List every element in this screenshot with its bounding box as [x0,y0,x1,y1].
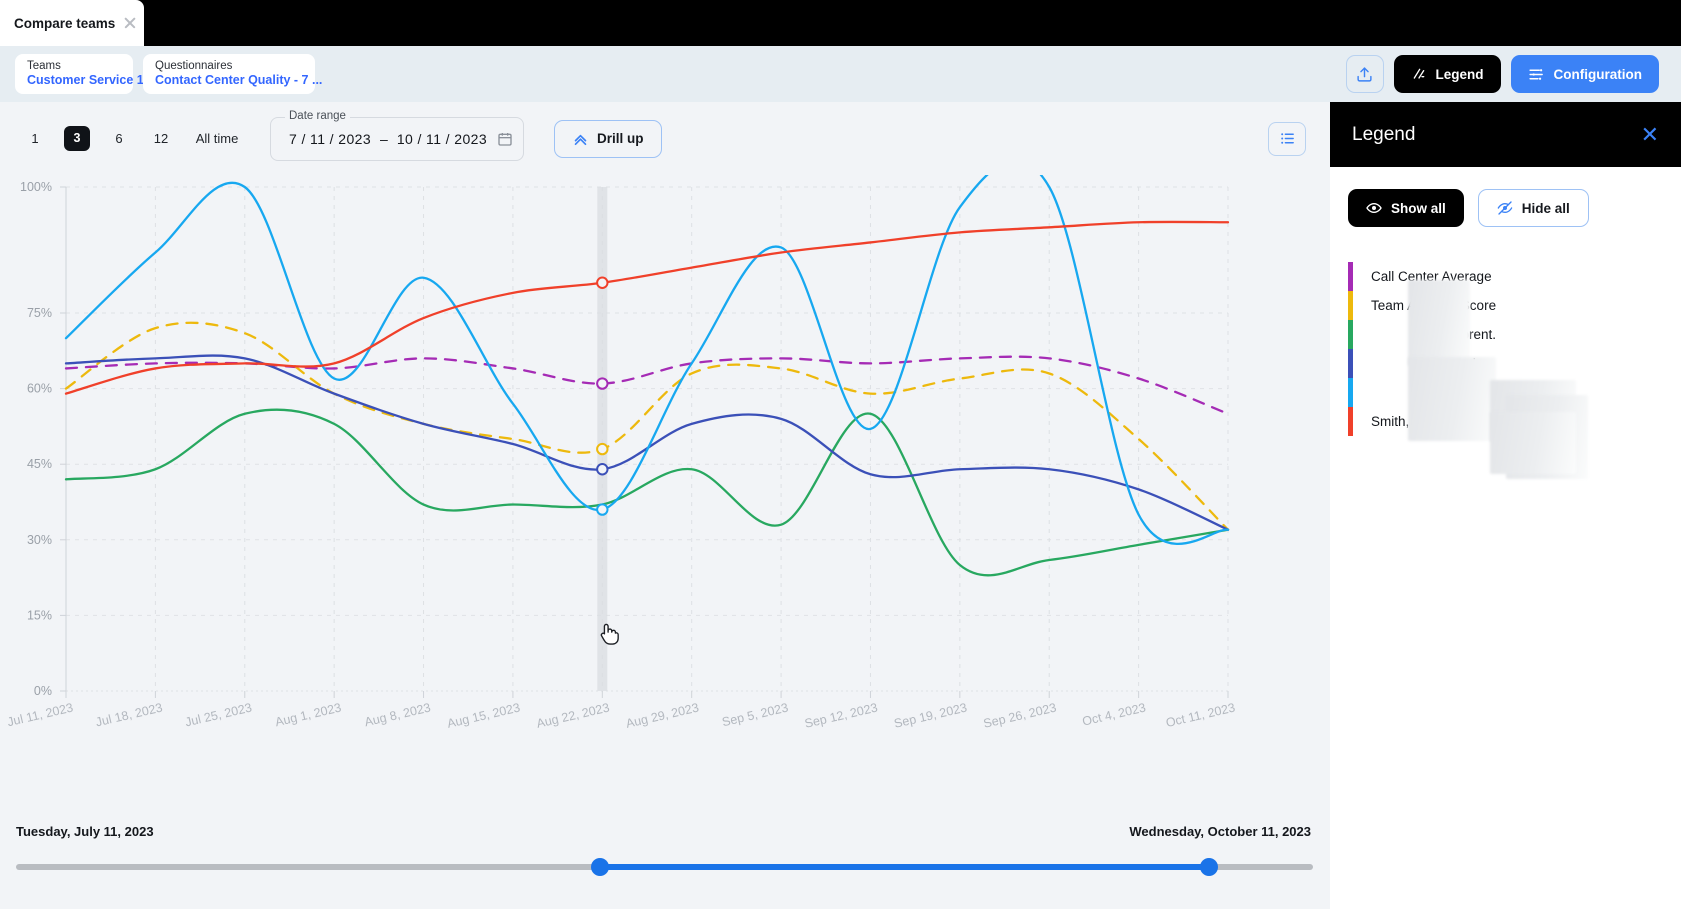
legend-panel: Legend ✕ Show all Hide all Call Center A… [1330,102,1681,909]
filter-teams-value: Customer Service 1 [27,73,144,87]
timeline-slider-fill [599,864,1210,870]
legend-panel-header: Legend ✕ [1330,102,1681,167]
show-all-label: Show all [1391,200,1446,216]
drill-up-label: Drill up [597,131,644,146]
legend-color-swatch [1348,320,1353,349]
export-button[interactable] [1345,55,1384,93]
chart-toolbar: 1 3 6 12 All time Date range 7 / 11 / 20… [0,102,1330,175]
legend-item[interactable]: Call Center Average [1348,262,1681,291]
chart-x-axis: Jul 11, 2023 Jul 18, 2023 Jul 25, 2023 Aug … [6,187,1237,731]
filter-questionnaires-label: Questionnaires [155,60,233,72]
range-option-3[interactable]: 3 [64,126,90,151]
svg-text:Sep 26, 2023: Sep 26, 2023 [982,700,1058,730]
date-from-value[interactable]: 7 / 11 / 2023 [289,131,371,147]
legend-items-list: Call Center AverageTeam Average ScoreBre… [1348,262,1681,479]
redacted-text-block [1408,357,1496,441]
show-all-button[interactable]: Show all [1348,189,1464,227]
filter-bar: Teams Customer Service 1 Questionnaires … [0,46,1681,102]
svg-text:Aug 22, 2023: Aug 22, 2023 [535,700,611,730]
svg-text:45%: 45% [27,457,52,471]
timeline-start-date: Tuesday, July 11, 2023 [16,824,154,839]
legend-color-swatch [1348,262,1353,291]
hide-all-button[interactable]: Hide all [1477,189,1589,227]
eye-off-icon [1497,201,1513,215]
legend-color-swatch [1348,378,1353,407]
svg-text:75%: 75% [27,306,52,320]
redacted-text-block [1490,412,1576,474]
legend-item[interactable]: Team Average Score [1348,291,1681,320]
legend-button[interactable]: Legend [1393,55,1501,93]
timeline-slider-handle-start[interactable] [590,858,609,876]
window-titlebar: Compare teams [0,0,1681,46]
filter-questionnaires-value: Contact Center Quality - 7 ... [155,73,323,87]
svg-text:Sep 5, 2023: Sep 5, 2023 [721,700,790,729]
svg-text:30%: 30% [27,533,52,547]
legend-item[interactable]: Brent (brent. [1348,320,1681,349]
chart-y-axis: 0% 15% 30% 45% 60% 75% 100% [20,180,66,698]
range-option-12[interactable]: 12 [140,131,182,146]
chart-series-group [64,175,1230,577]
timeline-footer: Tuesday, July 11, 2023 Wednesday, Octobe… [0,800,1330,909]
drill-up-button[interactable]: Drill up [554,119,662,158]
svg-text:Jul 18, 2023: Jul 18, 2023 [94,700,164,729]
configuration-button[interactable]: Configuration [1510,55,1659,93]
upload-icon [1357,66,1372,82]
slash-lines-icon [1413,68,1424,79]
svg-text:0%: 0% [34,684,52,698]
svg-text:100%: 100% [20,180,52,194]
legend-panel-title: Legend [1352,123,1416,145]
filter-chip-questionnaires[interactable]: Questionnaires Contact Center Quality - … [143,54,323,94]
range-option-all-time[interactable]: All time [182,131,252,146]
chevrons-up-icon [574,134,587,146]
range-option-6[interactable]: 6 [98,131,140,146]
timeline-slider-track[interactable] [16,858,1313,876]
redacted-text-block [1408,280,1470,366]
svg-text:Jul 25, 2023: Jul 25, 2023 [184,700,254,729]
sliders-icon [1528,68,1543,80]
range-option-1[interactable]: 1 [14,131,56,146]
timeline-slider-handle-end[interactable] [1200,858,1219,876]
svg-text:Oct 11, 2023: Oct 11, 2023 [1164,700,1236,730]
date-separator: – [380,130,388,147]
close-icon[interactable] [121,14,139,32]
legend-color-swatch [1348,349,1353,378]
filter-chip-teams[interactable]: Teams Customer Service 1 [15,54,144,94]
filter-teams-label: Teams [27,60,61,72]
svg-text:Oct 4, 2023: Oct 4, 2023 [1081,700,1147,728]
hide-all-label: Hide all [1521,200,1570,216]
date-range-field[interactable]: Date range 7 / 11 / 2023 – 10 / 11 / 202… [270,109,524,161]
chart-area[interactable]: 0% 15% 30% 45% 60% 75% 100% Jul 11, 2023 Jul 18… [0,175,1330,800]
svg-text:60%: 60% [27,382,52,396]
timeline-end-date: Wednesday, October 11, 2023 [1129,824,1311,839]
svg-text:15%: 15% [27,608,52,622]
svg-text:Aug 8, 2023: Aug 8, 2023 [363,700,432,729]
tab-label: Compare teams [14,15,116,31]
legend-panel-actions: Show all Hide all [1330,167,1681,227]
legend-button-label: Legend [1435,66,1484,82]
svg-text:Sep 12, 2023: Sep 12, 2023 [803,700,879,730]
eye-icon [1366,202,1382,214]
filter-actions: Legend Configuration [1345,55,1681,93]
svg-text:Sep 19, 2023: Sep 19, 2023 [893,700,969,730]
date-range-label: Date range [285,109,350,122]
legend-color-swatch [1348,407,1353,436]
configuration-button-label: Configuration [1553,66,1642,82]
list-view-button[interactable] [1268,121,1306,156]
svg-text:Jul 11, 2023: Jul 11, 2023 [6,700,75,729]
line-chart[interactable]: 0% 15% 30% 45% 60% 75% 100% Jul 11, 2023 Jul 18… [0,175,1330,800]
calendar-icon[interactable] [497,131,513,147]
date-to-value[interactable]: 10 / 11 / 2023 [397,131,487,147]
legend-item[interactable]: Judy (judy [1348,349,1681,378]
close-icon[interactable]: ✕ [1641,123,1659,146]
legend-color-swatch [1348,291,1353,320]
svg-text:Aug 1, 2023: Aug 1, 2023 [274,700,343,729]
tab-compare-teams[interactable]: Compare teams [0,0,144,46]
svg-text:Aug 15, 2023: Aug 15, 2023 [446,700,522,730]
list-view-icon [1280,133,1294,144]
chart-hover-band [597,187,608,691]
svg-text:Aug 29, 2023: Aug 29, 2023 [625,700,701,730]
chart-gridlines [65,186,1228,692]
